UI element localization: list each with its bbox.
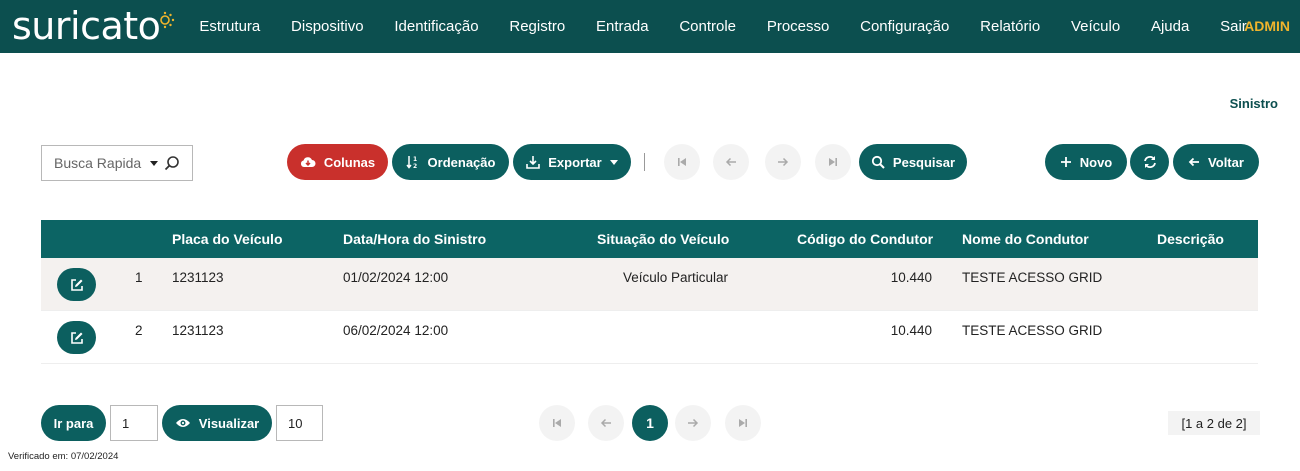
columns-label: Colunas <box>323 154 376 170</box>
cell-codigo: 10.440 <box>890 323 932 338</box>
menu-item-ajuda[interactable]: Ajuda <box>1136 18 1205 35</box>
data-table: Placa do Veículo Data/Hora do Sinistro S… <box>41 220 1258 364</box>
column-header-nome[interactable]: Nome do Condutor <box>962 220 1089 258</box>
goto-page-input[interactable]: 1 <box>110 405 158 441</box>
next-page-button[interactable] <box>675 405 711 441</box>
column-header-placa[interactable]: Placa do Veículo <box>172 220 283 258</box>
first-page-button[interactable] <box>664 144 700 180</box>
search-input[interactable]: Busca Rapida <box>54 155 150 171</box>
menu-item-processo[interactable]: Processo <box>751 18 844 35</box>
edit-button[interactable] <box>57 268 96 301</box>
columns-button[interactable]: Colunas <box>287 144 388 180</box>
search-label: Pesquisar <box>892 154 956 170</box>
goto-label: Ir para <box>53 415 94 431</box>
menu-item-relatorio[interactable]: Relatório <box>965 18 1056 35</box>
main-menu: Estrutura Dispositivo Identificação Regi… <box>184 0 1262 53</box>
suricato-logo[interactable]: suricato <box>12 4 177 48</box>
back-button[interactable]: Voltar <box>1173 144 1259 180</box>
search-button[interactable]: Pesquisar <box>859 144 967 180</box>
menu-item-controle[interactable]: Controle <box>664 18 751 35</box>
verified-date: Verificado em: 07/02/2024 <box>8 451 119 462</box>
menu-item-estrutura[interactable]: Estrutura <box>184 18 276 35</box>
logo-dots-icon <box>160 11 175 29</box>
export-button[interactable]: Exportar <box>513 144 631 180</box>
menu-item-configuracao[interactable]: Configuração <box>845 18 965 35</box>
svg-text:2: 2 <box>413 163 417 169</box>
toolbar-divider <box>644 153 645 171</box>
menu-item-registro[interactable]: Registro <box>494 18 581 35</box>
sort-label: Ordenação <box>427 154 496 170</box>
cell-placa: 1231123 <box>172 270 224 285</box>
caret-down-icon <box>609 159 618 165</box>
table-row[interactable]: 1 1231123 01/02/2024 12:00 Veículo Parti… <box>41 258 1258 311</box>
cell-data: 01/02/2024 12:00 <box>343 270 449 285</box>
edit-icon <box>70 278 83 291</box>
table-row[interactable]: 2 1231123 06/02/2024 12:00 10.440 TESTE … <box>41 311 1258 364</box>
last-page-icon <box>829 158 837 166</box>
cell-nome: TESTE ACESSO GRID <box>962 270 1103 285</box>
prev-page-button[interactable] <box>588 405 624 441</box>
record-range: [1 a 2 de 2] <box>1168 411 1260 435</box>
arrow-left-icon <box>600 418 611 428</box>
menu-item-dispositivo[interactable]: Dispositivo <box>276 18 379 35</box>
menu-item-entrada[interactable]: Entrada <box>581 18 664 35</box>
search-icon <box>871 155 885 169</box>
view-button[interactable]: Visualizar <box>162 405 272 441</box>
refresh-icon <box>1143 156 1156 168</box>
arrow-right-icon <box>688 418 699 428</box>
row-index: 1 <box>135 270 143 285</box>
refresh-button[interactable] <box>1130 144 1169 180</box>
last-page-button[interactable] <box>815 144 851 180</box>
arrow-left-icon <box>725 157 736 167</box>
edit-button[interactable] <box>57 321 96 354</box>
eye-icon <box>175 419 190 427</box>
svg-text:1: 1 <box>413 156 417 163</box>
user-menu[interactable]: ADMIN <box>1244 18 1290 34</box>
page-size-input[interactable]: 10 <box>276 405 323 441</box>
quick-search[interactable]: Busca Rapida <box>41 145 193 181</box>
cell-placa: 1231123 <box>172 323 224 338</box>
column-header-situacao[interactable]: Situação do Veículo <box>597 220 729 258</box>
caret-down-icon[interactable] <box>150 160 158 166</box>
new-button[interactable]: Novo <box>1045 144 1127 180</box>
menu-item-veiculo[interactable]: Veículo <box>1056 18 1136 35</box>
column-header-data[interactable]: Data/Hora do Sinistro <box>343 220 486 258</box>
plus-icon <box>1060 157 1071 167</box>
last-page-button[interactable] <box>725 405 761 441</box>
download-icon <box>526 156 541 169</box>
cell-situacao: Veículo Particular <box>622 270 728 285</box>
top-navbar: suricato Estrutura Dispositivo Identific… <box>0 0 1300 53</box>
menu-item-identificacao[interactable]: Identificação <box>379 18 494 35</box>
cell-codigo: 10.440 <box>890 270 932 285</box>
prev-page-button[interactable] <box>713 144 749 180</box>
view-label: Visualizar <box>198 415 260 431</box>
new-label: Novo <box>1079 154 1113 170</box>
first-page-button[interactable] <box>539 405 575 441</box>
search-icon[interactable] <box>164 155 180 171</box>
back-label: Voltar <box>1208 154 1244 170</box>
sort-button[interactable]: 1 2 Ordenação <box>392 144 509 180</box>
column-header-descricao[interactable]: Descrição <box>1157 220 1224 258</box>
cloud-download-icon <box>300 157 316 167</box>
sort-icon: 1 2 <box>405 156 417 169</box>
arrow-right-icon <box>778 157 789 167</box>
column-header-codigo[interactable]: Código do Condutor <box>797 220 933 258</box>
page-title: Sinistro <box>1229 96 1278 111</box>
row-index: 2 <box>135 323 143 338</box>
cell-nome: TESTE ACESSO GRID <box>962 323 1103 338</box>
export-label: Exportar <box>548 154 602 170</box>
logo-text: suricato <box>12 4 161 48</box>
cell-data: 06/02/2024 12:00 <box>343 323 449 338</box>
first-page-icon <box>678 158 686 166</box>
goto-button[interactable]: Ir para <box>41 405 106 441</box>
table-header: Placa do Veículo Data/Hora do Sinistro S… <box>41 220 1258 258</box>
page-number-button[interactable]: 1 <box>632 405 668 441</box>
last-page-icon <box>739 419 747 427</box>
next-page-button[interactable] <box>765 144 801 180</box>
arrow-left-icon <box>1188 157 1200 167</box>
first-page-icon <box>553 419 561 427</box>
edit-icon <box>70 331 83 344</box>
